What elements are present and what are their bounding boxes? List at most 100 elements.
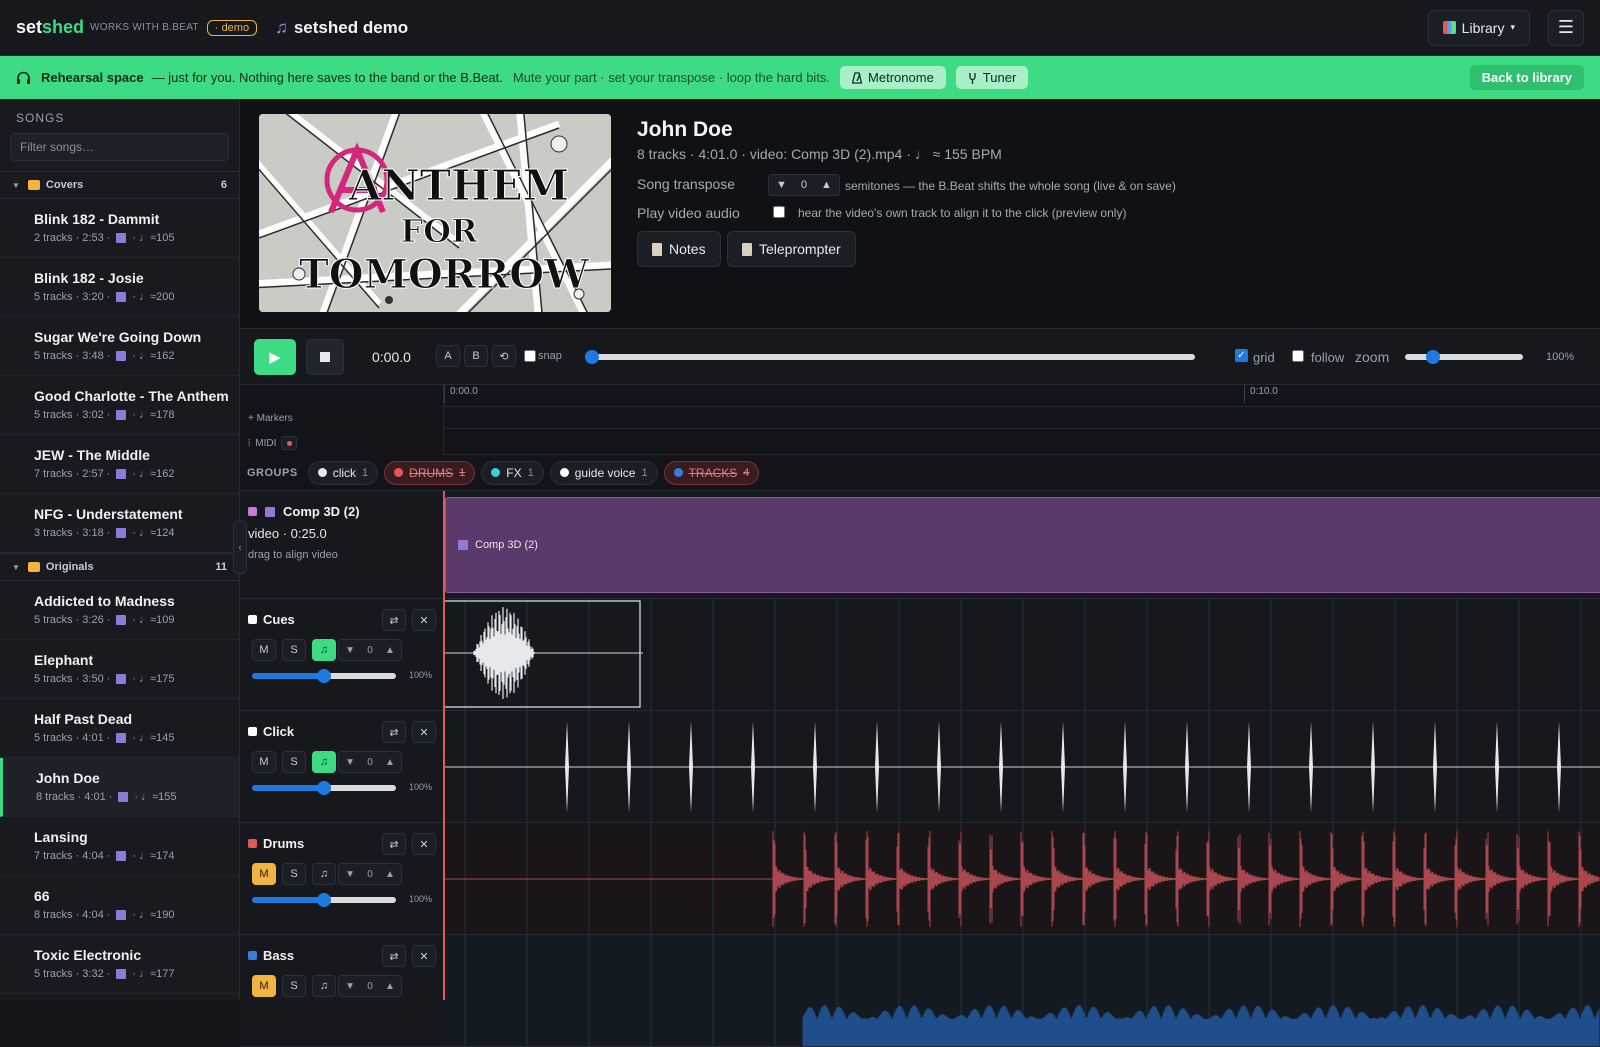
rehearsal-banner: Rehearsal space — just for you. Nothing … [0,56,1600,99]
listen-button[interactable]: ♫ [312,751,336,773]
mute-button[interactable]: M [252,975,276,997]
collapse-sidebar-handle[interactable]: ‹ [233,520,247,574]
follow-checkbox[interactable] [1292,350,1304,362]
stop-button[interactable] [306,339,344,375]
remove-track-button[interactable]: ✕ [412,833,436,855]
snap-checkbox[interactable] [524,350,536,362]
banner-title: Rehearsal space [41,70,144,85]
folder-originals[interactable]: ▼ Originals 11 [0,553,239,581]
tuner-button[interactable]: Tuner [955,66,1029,89]
position-slider-thumb[interactable] [585,350,599,364]
song-list-item[interactable]: Good Charlotte - The Anthem 5 tracks · 3… [0,376,239,435]
notes-button[interactable]: Notes [637,231,721,267]
solo-button[interactable]: S [282,863,306,885]
group-chip-click[interactable]: click 1 [307,460,379,485]
increment-icon[interactable]: ▲ [385,757,395,768]
increment-icon[interactable]: ▲ [385,981,395,992]
track-lane-cues[interactable] [443,599,1600,711]
markers-lane[interactable] [443,407,1600,429]
solo-button[interactable]: S [282,975,306,997]
track-header-bass: Bass ⇄ ✕ M S ♫ ▼ 0 ▲ [240,935,443,1047]
library-button[interactable]: Library ▾ [1427,9,1530,46]
position-slider[interactable] [585,354,1195,360]
swap-button[interactable]: ⇄ [382,945,406,967]
remove-track-button[interactable]: ✕ [412,609,436,631]
group-chip-guide-voice[interactable]: guide voice 1 [549,460,658,485]
track-transpose-stepper[interactable]: ▼ 0 ▲ [338,863,402,885]
midi-lane[interactable] [443,429,1600,455]
volume-slider-thumb[interactable] [317,893,331,907]
song-list-item[interactable]: Elephant 5 tracks · 3:50 · · ♩≈175 [0,640,239,699]
decrement-icon[interactable]: ▼ [345,869,355,880]
loop-b-button[interactable]: B [464,345,488,367]
play-video-audio-checkbox[interactable] [773,206,785,218]
song-list-item[interactable]: Blink 182 - Dammit 2 tracks · 2:53 · · ♩… [0,199,239,258]
grid-checkbox[interactable]: ✓ [1235,349,1248,362]
group-chip-drums[interactable]: DRUMS 1 [384,460,476,485]
playhead[interactable] [443,491,445,1000]
mute-button[interactable]: M [252,639,276,661]
decrement-icon[interactable]: ▼ [345,757,355,768]
increment-icon[interactable]: ▲ [814,179,839,191]
song-list-item[interactable]: 66 8 tracks · 4:04 · · ♩≈190 [0,876,239,935]
song-list-item[interactable]: Half Past Dead 5 tracks · 4:01 · · ♩≈145 [0,699,239,758]
solo-button[interactable]: S [282,751,306,773]
play-button[interactable]: ▶ [254,339,296,375]
loop-toggle-button[interactable]: ⟲ [492,345,516,367]
increment-icon[interactable]: ▲ [385,645,395,656]
swap-button[interactable]: ⇄ [382,721,406,743]
metronome-icon [852,71,863,84]
listen-button[interactable]: ♫ [312,639,336,661]
increment-icon[interactable]: ▲ [385,869,395,880]
track-lane-bass[interactable] [443,935,1600,1047]
song-filter-input[interactable]: Filter songs… [10,133,229,161]
song-list-item[interactable]: Addicted to Madness 5 tracks · 3:26 · · … [0,581,239,640]
track-transpose-stepper[interactable]: ▼ 0 ▲ [338,751,402,773]
back-to-library-button[interactable]: Back to library [1469,65,1584,90]
app-logo[interactable]: setshed [16,17,84,38]
add-markers-label[interactable]: + Markers [248,413,293,424]
volume-slider-thumb[interactable] [317,781,331,795]
decrement-icon[interactable]: ▼ [345,645,355,656]
solo-button[interactable]: S [282,639,306,661]
song-list-item[interactable]: Lansing 7 tracks · 4:04 · · ♩≈174 [0,817,239,876]
song-list-item[interactable]: NFG - Understatement 3 tracks · 3:18 · ·… [0,494,239,553]
listen-button[interactable]: ♫ [312,975,336,997]
track-lane-drums[interactable] [443,823,1600,935]
video-clip[interactable]: Comp 3D (2) [445,497,1600,593]
zoom-slider[interactable] [1405,354,1523,360]
remove-track-button[interactable]: ✕ [412,945,436,967]
song-transpose-stepper[interactable]: ▼ 0 ▲ [768,174,840,196]
group-chip-tracks[interactable]: TRACKS 4 [663,460,760,485]
clapperboard-icon [116,528,127,538]
swap-button[interactable]: ⇄ [382,609,406,631]
song-list-item[interactable]: JEW - The Middle 7 tracks · 2:57 · · ♩≈1… [0,435,239,494]
decrement-icon[interactable]: ▼ [769,179,794,191]
folder-icon [27,562,40,572]
video-cover-art[interactable]: ANTHEM FOR TOMORROW [259,114,611,312]
clapperboard-icon [116,615,127,625]
track-transpose-stepper[interactable]: ▼ 0 ▲ [338,639,402,661]
mute-button[interactable]: M [252,751,276,773]
group-chip-fx[interactable]: FX 1 [481,460,544,485]
zoom-slider-thumb[interactable] [1425,350,1440,364]
timeline-ruler[interactable]: 0:00.0 0:10.0 [443,385,1600,407]
decrement-icon[interactable]: ▼ [345,981,355,992]
loop-a-button[interactable]: A [436,345,460,367]
listen-button[interactable]: ♫ [312,863,336,885]
swap-button[interactable]: ⇄ [382,833,406,855]
folder-covers[interactable]: ▼ Covers 6 [0,171,239,199]
song-list-item[interactable]: Blink 182 - Josie 5 tracks · 3:20 · · ♩≈… [0,258,239,317]
song-list-item[interactable]: Sugar We're Going Down 5 tracks · 3:48 ·… [0,317,239,376]
song-list-item[interactable]: John Doe 8 tracks · 4:01 · · ♩≈155 [0,758,239,817]
song-list-item[interactable]: Toxic Electronic 5 tracks · 3:32 · · ♩≈1… [0,935,239,994]
track-lane-click[interactable] [443,711,1600,823]
hamburger-menu-button[interactable]: ☰ [1548,9,1584,46]
volume-slider-thumb[interactable] [317,669,331,683]
remove-track-button[interactable]: ✕ [412,721,436,743]
metronome-button[interactable]: Metronome [840,66,946,89]
mute-button[interactable]: M [252,863,276,885]
track-transpose-stepper[interactable]: ▼ 0 ▲ [338,975,402,997]
teleprompter-button[interactable]: Teleprompter [727,231,856,267]
midi-record-button[interactable] [281,436,298,450]
